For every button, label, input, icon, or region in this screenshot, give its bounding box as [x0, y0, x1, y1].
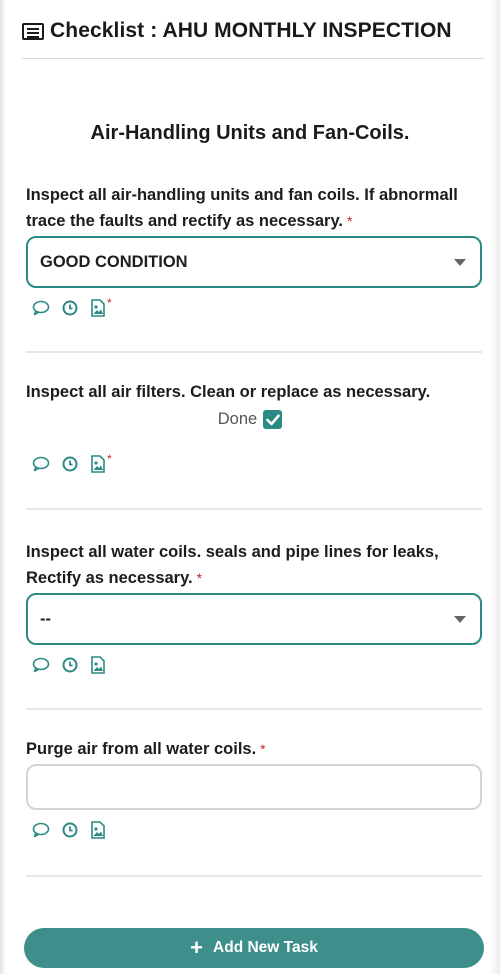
image-icon[interactable]	[90, 656, 106, 674]
comment-icon[interactable]	[32, 300, 50, 316]
task-4-actions	[32, 820, 106, 840]
task-4-text-input[interactable]	[26, 764, 482, 810]
task-3-select-value: --	[40, 609, 51, 628]
task-1-question: Inspect all air-handling units and fan c…	[26, 182, 482, 234]
task-4-question: Purge air from all water coils. *	[26, 740, 266, 758]
task-divider	[26, 875, 482, 877]
task-2-done: Done	[0, 410, 500, 429]
required-marker: *	[107, 296, 112, 310]
done-checkbox[interactable]	[263, 410, 283, 429]
image-icon[interactable]: *	[90, 296, 112, 317]
required-marker: *	[347, 213, 353, 229]
task-3-question-line1: Inspect all water coils. seals and pipe …	[26, 543, 439, 561]
task-3-actions	[32, 655, 106, 675]
caret-down-icon	[454, 259, 466, 266]
plus-icon: +	[190, 935, 204, 960]
clock-icon[interactable]	[62, 822, 78, 838]
task-2-question: Inspect all air filters. Clean or replac…	[26, 383, 431, 401]
caret-down-icon	[454, 616, 466, 623]
header-divider	[22, 58, 484, 59]
section-title: Air-Handling Units and Fan-Coils.	[90, 122, 410, 144]
task-1-select-value: GOOD CONDITION	[40, 252, 188, 271]
check-icon	[265, 414, 280, 425]
comment-icon[interactable]	[32, 822, 50, 838]
clock-icon[interactable]	[62, 456, 78, 472]
comment-icon[interactable]	[32, 657, 50, 673]
image-icon[interactable]	[90, 821, 106, 839]
done-label: Done	[217, 410, 258, 428]
list-alt-icon	[22, 22, 44, 40]
task-1-question-line1: Inspect all air-handling units and fan c…	[26, 186, 458, 204]
left-edge-shadow	[0, 0, 6, 974]
image-icon[interactable]: *	[90, 452, 112, 473]
clock-icon[interactable]	[62, 300, 78, 316]
page-header: Checklist : AHU MONTHLY INSPECTION	[22, 16, 484, 46]
required-marker: *	[196, 570, 203, 586]
page-title: Checklist : AHU MONTHLY INSPECTION	[50, 19, 452, 42]
task-3-select[interactable]: --	[26, 593, 482, 645]
add-new-task-label: Add New Task	[213, 939, 318, 956]
add-new-task-button[interactable]: + Add New Task	[24, 928, 484, 968]
right-edge-shadow	[490, 0, 500, 974]
task-divider	[26, 508, 482, 510]
task-1-actions: *	[32, 296, 112, 318]
task-divider	[26, 708, 482, 710]
required-marker: *	[260, 741, 266, 757]
task-1-select[interactable]: GOOD CONDITION	[26, 236, 482, 288]
clock-icon[interactable]	[62, 657, 78, 673]
required-marker: *	[107, 452, 112, 466]
task-3-question-line2: Rectify as necessary. *	[26, 569, 203, 587]
task-divider	[26, 351, 482, 353]
task-3-question: Inspect all water coils. seals and pipe …	[26, 539, 482, 591]
task-2-actions: *	[32, 452, 112, 474]
task-1-question-line2: trace the faults and rectify as necessar…	[26, 212, 353, 230]
comment-icon[interactable]	[32, 456, 50, 472]
